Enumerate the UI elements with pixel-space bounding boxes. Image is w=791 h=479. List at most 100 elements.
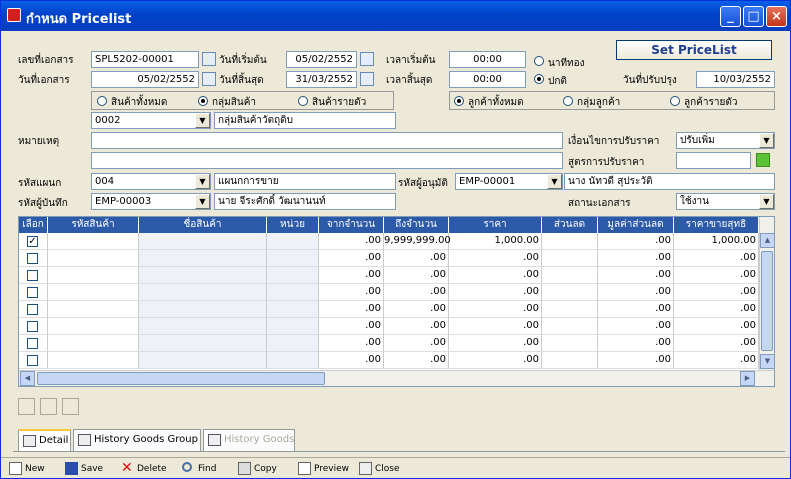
net-price-cell[interactable]: .00 [674,301,759,318]
to-qty-cell[interactable]: .00 [384,301,449,318]
horizontal-scrollbar[interactable]: ◀ ▶ [19,370,774,386]
to-qty-cell[interactable]: .00 [384,335,449,352]
copy-button[interactable]: Copy [236,460,277,478]
discount-cell[interactable] [542,335,598,352]
row-checkbox[interactable] [27,287,38,298]
col-header-unit[interactable]: หน่วย [267,217,319,233]
minimize-button[interactable]: _ [720,6,741,27]
h-scroll-thumb[interactable] [37,372,325,385]
col-header-code[interactable]: รหัสสินค้า [48,217,139,233]
code-cell[interactable] [48,301,139,318]
col-header-net-price[interactable]: ราคาขายสุทธิ [674,217,759,233]
golden-minute-radio[interactable] [534,56,544,66]
chevron-down-icon[interactable]: ▼ [195,174,210,189]
chevron-down-icon[interactable]: ▼ [759,133,774,148]
to-qty-cell[interactable]: .00 [384,318,449,335]
normal-radio[interactable] [534,74,544,84]
select-cell[interactable]: ✓ [19,233,48,250]
calendar-icon[interactable] [360,72,374,86]
price-cell[interactable]: .00 [449,335,542,352]
to-qty-cell[interactable]: .00 [384,352,449,369]
code-cell[interactable] [48,267,139,284]
discount-value-cell[interactable]: .00 [598,233,674,250]
end-date-field[interactable]: 31/03/2552 [286,71,357,88]
tab-history-goods-group[interactable]: History Goods Group [73,429,201,451]
net-price-cell[interactable]: 1,000.00 [674,233,759,250]
product-group-select[interactable]: 0002 [91,112,211,129]
unit-cell[interactable] [267,250,319,267]
select-cell[interactable] [19,335,48,352]
col-header-discount-value[interactable]: มูลค่าส่วนลด [598,217,674,233]
apply-formula-icon[interactable] [756,153,770,167]
recorder-select[interactable]: EMP-00003 [91,193,211,210]
preview-button[interactable]: Preview [296,460,349,478]
tab-history-goods[interactable]: History Goods [203,429,295,451]
to-qty-cell[interactable]: 9,999,999.00 [384,233,451,250]
tab-detail[interactable]: Detail [18,429,71,451]
from-qty-cell[interactable]: .00 [319,301,384,318]
department-select[interactable]: 004 [91,173,211,190]
discount-cell[interactable] [542,284,598,301]
net-price-cell[interactable]: .00 [674,267,759,284]
price-cell[interactable]: .00 [449,250,542,267]
discount-cell[interactable] [542,301,598,318]
customer-all-radio[interactable] [454,96,464,106]
code-cell[interactable] [48,335,139,352]
align-left-icon[interactable] [18,398,35,415]
unit-cell[interactable] [267,267,319,284]
from-qty-cell[interactable]: .00 [319,335,384,352]
from-qty-cell[interactable]: .00 [319,284,384,301]
product-group-radio[interactable] [198,96,208,106]
discount-value-cell[interactable]: .00 [598,267,674,284]
price-cell[interactable]: .00 [449,301,542,318]
end-time-field[interactable]: 00:00 [449,71,526,88]
align-right-icon[interactable] [62,398,79,415]
price-cell[interactable]: .00 [449,284,542,301]
start-time-field[interactable]: 00:00 [449,51,526,68]
discount-value-cell[interactable]: .00 [598,352,674,369]
select-cell[interactable] [19,250,48,267]
close-button[interactable]: Close [357,460,400,478]
name-cell[interactable] [139,318,267,335]
to-qty-cell[interactable]: .00 [384,250,449,267]
scroll-right-icon[interactable]: ▶ [740,371,755,386]
to-qty-cell[interactable]: .00 [384,267,449,284]
row-checkbox[interactable] [27,338,38,349]
name-cell[interactable] [139,352,267,369]
chevron-down-icon[interactable]: ▼ [547,174,562,189]
maximize-button[interactable]: □ [743,6,764,27]
discount-cell[interactable] [542,267,598,284]
code-cell[interactable] [48,352,139,369]
name-cell[interactable] [139,267,267,284]
name-cell[interactable] [139,301,267,318]
name-cell[interactable] [139,284,267,301]
discount-value-cell[interactable]: .00 [598,301,674,318]
name-cell[interactable] [139,250,267,267]
delete-button[interactable]: ✕ Delete [119,460,167,478]
select-cell[interactable] [19,352,48,369]
name-cell[interactable] [139,335,267,352]
vertical-scrollbar[interactable]: ▲ ▼ [759,217,774,370]
unit-cell[interactable] [267,301,319,318]
net-price-cell[interactable]: .00 [674,352,759,369]
notes-field-2[interactable] [91,152,563,169]
row-checkbox[interactable] [27,270,38,281]
col-header-name[interactable]: ชื่อสินค้า [139,217,267,233]
chevron-down-icon[interactable]: ▼ [195,113,210,128]
col-header-price[interactable]: ราคา [449,217,542,233]
discount-value-cell[interactable]: .00 [598,250,674,267]
select-cell[interactable] [19,284,48,301]
col-header-discount[interactable]: ส่วนลด [542,217,598,233]
price-cell[interactable]: .00 [449,318,542,335]
find-button[interactable]: Find [180,460,216,478]
scroll-thumb[interactable] [761,251,773,351]
discount-cell[interactable] [542,352,598,369]
set-pricelist-button[interactable]: Set PriceList [616,40,772,60]
discount-cell[interactable] [542,318,598,335]
unit-cell[interactable] [267,233,319,250]
to-qty-cell[interactable]: .00 [384,284,449,301]
from-qty-cell[interactable]: .00 [319,233,384,250]
unit-cell[interactable] [267,318,319,335]
price-cell[interactable]: .00 [449,352,542,369]
notes-field[interactable] [91,132,563,149]
